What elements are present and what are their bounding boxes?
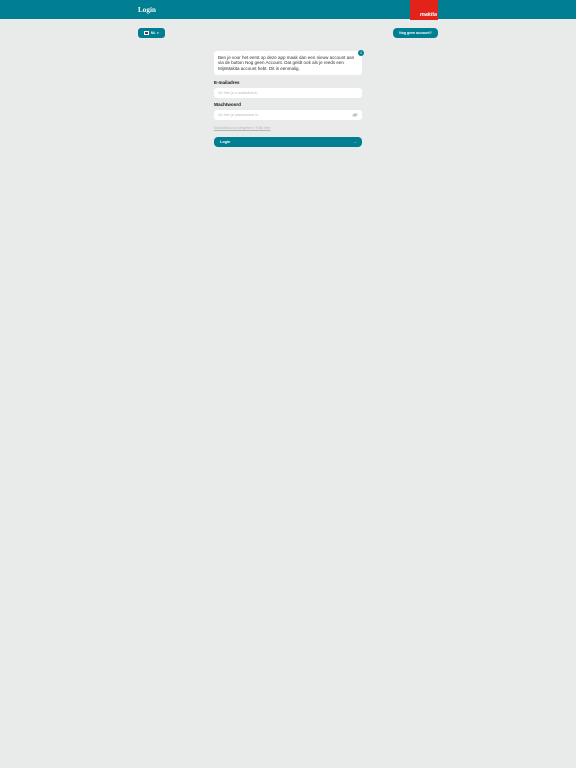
- chevron-down-icon: ▾: [157, 31, 159, 35]
- netherlands-flag-icon: [144, 31, 150, 35]
- forgot-password-link[interactable]: Wachtwoord vergeten? Klik hier: [214, 125, 270, 130]
- info-text: Ben je voor het eerst op deze app maak d…: [218, 54, 355, 72]
- language-selector-button[interactable]: NL ▾: [138, 28, 165, 38]
- eye-icon[interactable]: [352, 113, 358, 117]
- login-button[interactable]: Login →: [214, 137, 362, 147]
- top-bar: Login: [0, 0, 576, 19]
- brand-name: makita: [419, 12, 437, 19]
- login-button-label: Login: [220, 140, 231, 144]
- email-label: E-mailadres: [214, 80, 240, 85]
- register-button[interactable]: Nog geen account?: [393, 28, 438, 38]
- makita-logo: makita: [410, 0, 438, 20]
- password-label: Wachtwoord: [214, 102, 241, 107]
- arrow-right-icon: →: [353, 138, 357, 144]
- language-label: NL: [150, 31, 156, 35]
- page-title: Login: [138, 6, 157, 14]
- info-card: Ben je voor het eerst op deze app maak d…: [214, 51, 362, 75]
- info-icon[interactable]: i: [358, 50, 364, 56]
- email-field[interactable]: [214, 88, 362, 98]
- password-field[interactable]: [214, 110, 362, 120]
